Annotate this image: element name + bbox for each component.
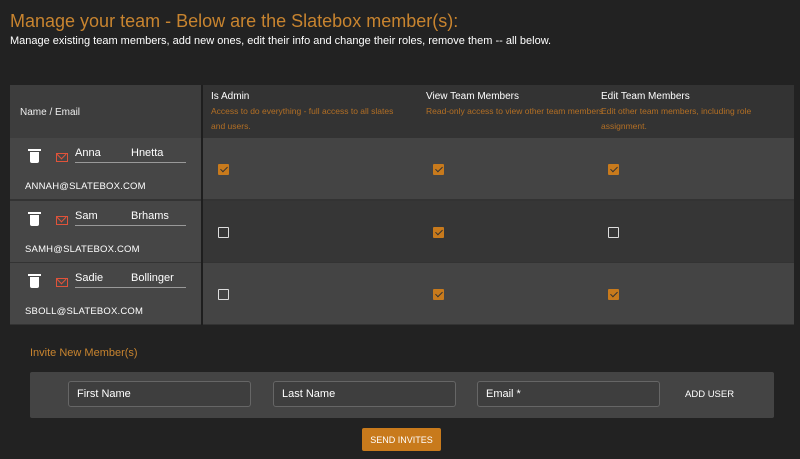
- column-divider: [201, 85, 203, 325]
- column-header-view-team: View Team Members Read-only access to vie…: [426, 91, 616, 119]
- role-checkbox[interactable]: [433, 289, 444, 300]
- add-user-button[interactable]: ADD USER: [685, 389, 734, 400]
- member-email: SAMH@SLATEBOX.COM: [25, 243, 140, 255]
- column-header-is-admin: Is Admin Access to do everything - full a…: [211, 91, 401, 134]
- invite-panel: ADD USER: [30, 372, 774, 418]
- members-table: Name / Email Is Admin Access to do everyt…: [10, 85, 794, 325]
- member-row: Anna Hnetta ANNAH@SLATEBOX.COM: [10, 138, 794, 200]
- role-cells: [202, 200, 794, 262]
- column-label: Is Admin: [211, 91, 250, 102]
- member-info: Anna Hnetta ANNAH@SLATEBOX.COM: [10, 138, 201, 199]
- trash-icon[interactable]: [28, 274, 41, 288]
- member-info: Sadie Bollinger SBOLL@SLATEBOX.COM: [10, 263, 201, 324]
- role-checkbox[interactable]: [218, 226, 229, 238]
- column-desc: Edit other team members, including role …: [601, 106, 752, 131]
- send-invites-button[interactable]: SEND INVITES: [362, 428, 441, 451]
- trash-icon[interactable]: [28, 149, 41, 163]
- member-row: Sadie Bollinger SBOLL@SLATEBOX.COM: [10, 263, 794, 325]
- mail-icon[interactable]: [56, 278, 68, 287]
- name-email-header: Name / Email: [10, 85, 201, 138]
- role-checkbox[interactable]: [608, 226, 619, 238]
- column-desc: Read-only access to view other team memb…: [426, 106, 604, 116]
- role-cells: [202, 263, 794, 324]
- role-checkbox[interactable]: [218, 289, 229, 300]
- role-checkbox[interactable]: [608, 164, 619, 175]
- role-checkbox[interactable]: [433, 226, 444, 238]
- member-row: Sam Brhams SAMH@SLATEBOX.COM: [10, 200, 794, 263]
- first-name: Sam: [75, 209, 98, 222]
- member-email: ANNAH@SLATEBOX.COM: [25, 181, 146, 192]
- mail-icon[interactable]: [56, 215, 68, 225]
- mail-icon[interactable]: [56, 153, 68, 162]
- last-name-input[interactable]: [273, 381, 456, 407]
- name-field[interactable]: Anna Hnetta: [75, 147, 186, 163]
- column-label: View Team Members: [426, 91, 519, 102]
- first-name: Anna: [75, 147, 101, 159]
- email-input[interactable]: [477, 381, 660, 407]
- member-email: SBOLL@SLATEBOX.COM: [25, 306, 144, 317]
- name-field[interactable]: Sadie Bollinger: [75, 272, 186, 288]
- first-name: Sadie: [75, 272, 104, 284]
- invite-title: Invite New Member(s): [30, 347, 138, 359]
- first-name-input[interactable]: [68, 381, 251, 407]
- member-info: Sam Brhams SAMH@SLATEBOX.COM: [10, 200, 201, 262]
- column-desc: Access to do everything - full access to…: [211, 106, 394, 131]
- page-title: Manage your team - Below are the Slatebo…: [10, 11, 459, 31]
- last-name: Bollinger: [131, 272, 174, 284]
- role-checkbox[interactable]: [218, 164, 229, 175]
- name-field[interactable]: Sam Brhams: [75, 210, 186, 226]
- column-label: Edit Team Members: [601, 91, 690, 102]
- column-header-edit-team: Edit Team Members Edit other team members…: [601, 91, 791, 134]
- page-subtitle: Manage existing team members, add new on…: [10, 35, 552, 47]
- role-checkbox[interactable]: [608, 289, 619, 300]
- last-name: Brhams: [131, 209, 169, 222]
- role-cells: [202, 138, 794, 199]
- role-checkbox[interactable]: [433, 164, 444, 175]
- last-name: Hnetta: [131, 147, 164, 159]
- trash-icon[interactable]: [28, 211, 41, 226]
